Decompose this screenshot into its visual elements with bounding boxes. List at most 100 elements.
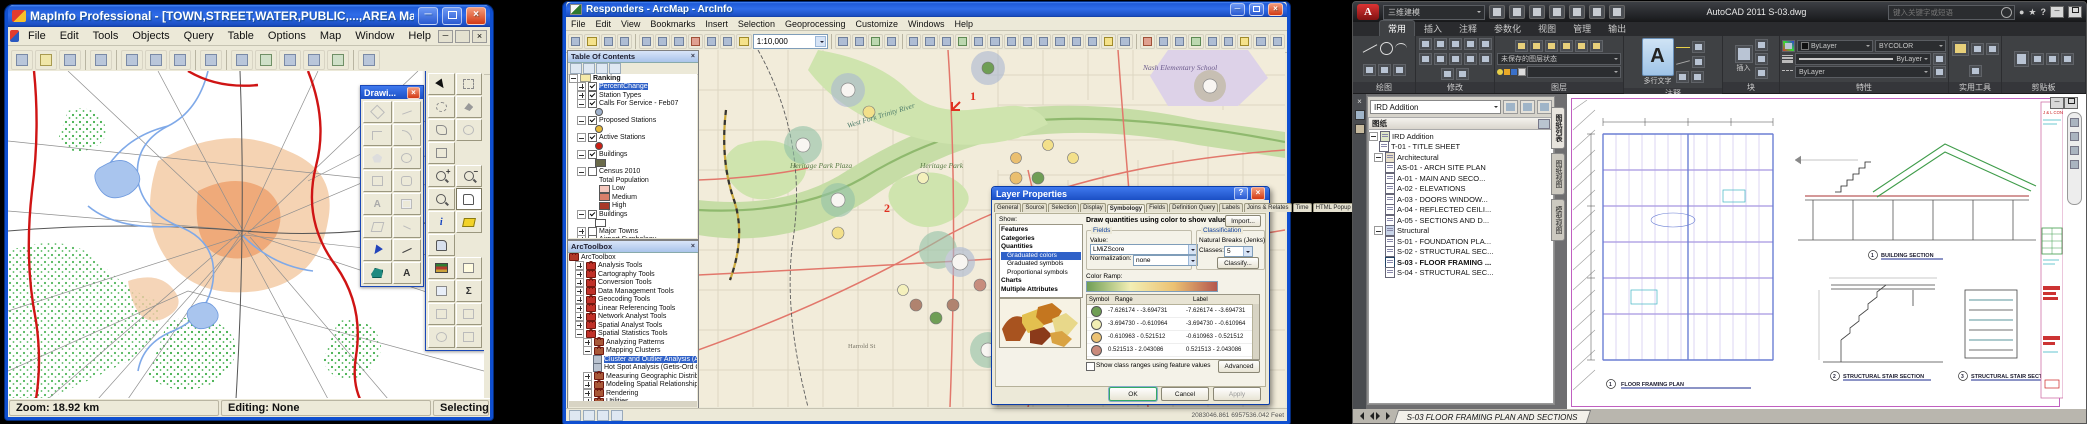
- html-popup-icon[interactable]: [1172, 34, 1187, 49]
- toc-layer[interactable]: Station Types: [599, 92, 641, 99]
- toolbox-tool-cluster-outlier[interactable]: Cluster and Outlier Analysis (Anselin Lo…: [604, 356, 697, 363]
- full-navigation-wheel-icon[interactable]: [2070, 118, 2079, 127]
- ellipse-tool-icon[interactable]: [393, 147, 422, 169]
- list-by-drawing-order-icon[interactable]: [570, 63, 582, 74]
- redo-icon[interactable]: [720, 34, 735, 49]
- erase-icon[interactable]: [1479, 53, 1492, 65]
- panel-clipboard-label[interactable]: 剪贴板: [2002, 82, 2085, 93]
- new-redistrict-icon[interactable]: [327, 50, 349, 70]
- linetype-combo[interactable]: ByLayer: [1795, 66, 1931, 78]
- toolbox-item[interactable]: Analyzing Patterns: [606, 339, 664, 346]
- close-icon[interactable]: ×: [691, 53, 695, 60]
- show-item-graduated-colors[interactable]: Graduated colors: [1001, 252, 1081, 261]
- move-icon[interactable]: [1419, 38, 1432, 50]
- layer-state-combo[interactable]: 未保存的图层状态: [1497, 53, 1621, 65]
- id-point-icon[interactable]: [1969, 65, 1982, 77]
- fillet-icon[interactable]: [1419, 53, 1432, 65]
- panel-utilities-label[interactable]: 实用工具: [1949, 82, 2001, 93]
- toc-dataframe[interactable]: Ranking: [593, 75, 621, 82]
- classify-button[interactable]: Classify...: [1217, 257, 1259, 269]
- polyline-tool-icon[interactable]: [363, 124, 392, 146]
- arc-tool-icon[interactable]: [1395, 43, 1407, 54]
- paste-icon[interactable]: [2014, 51, 2029, 67]
- add-node-tool-icon[interactable]: [393, 216, 422, 238]
- measure-icon[interactable]: [1952, 41, 1969, 56]
- layer-freeze-icon[interactable]: [1560, 40, 1573, 52]
- doc-minimize-icon[interactable]: ─: [438, 30, 453, 43]
- transparency-icon[interactable]: [1933, 53, 1946, 65]
- measure-icon[interactable]: [1140, 34, 1155, 49]
- doc-close-icon[interactable]: ×: [472, 30, 487, 43]
- new-doc-icon[interactable]: [568, 34, 583, 49]
- close-icon[interactable]: ×: [1251, 187, 1265, 200]
- new-table-icon[interactable]: [11, 50, 33, 70]
- statistics-icon[interactable]: Σ: [456, 280, 483, 302]
- show-item-categories[interactable]: Categories: [1001, 235, 1081, 244]
- cut-icon[interactable]: [639, 34, 654, 49]
- tab-insert[interactable]: 插入: [1416, 21, 1450, 36]
- boundary-select-icon[interactable]: [428, 119, 455, 141]
- sheet-item[interactable]: A-01 - MAIN AND SECO...: [1397, 174, 1485, 183]
- menu-edit[interactable]: Edit: [53, 30, 86, 42]
- open-icon[interactable]: [35, 50, 57, 70]
- array-icon[interactable]: [1464, 53, 1477, 65]
- close-icon[interactable]: ×: [407, 87, 420, 99]
- restore-icon[interactable]: [2068, 6, 2082, 18]
- advanced-button[interactable]: Advanced: [1218, 360, 1260, 373]
- sheetset-root[interactable]: IRD Addition: [1392, 132, 1434, 141]
- sheetset-options-icon[interactable]: [1537, 100, 1552, 114]
- change-view-icon[interactable]: [428, 188, 455, 210]
- mapinfo-doc-icon[interactable]: [10, 30, 19, 42]
- palette-tab-model-views[interactable]: 模型视图: [1551, 199, 1565, 241]
- tab-output[interactable]: 输出: [1600, 21, 1634, 36]
- sign-in-icon[interactable]: ●: [2019, 7, 2024, 17]
- select-tool-icon[interactable]: [428, 73, 455, 95]
- draw-rectangle-icon[interactable]: [597, 410, 609, 421]
- layout-tab-s03[interactable]: S-03 FLOOR FRAMING PLAN AND SECTIONS: [1394, 410, 1591, 423]
- label-tool-icon[interactable]: [456, 211, 483, 233]
- layer-lock-icon[interactable]: [1575, 40, 1588, 52]
- status-zoom[interactable]: Zoom: 18.92 km: [9, 400, 219, 416]
- tab-general[interactable]: General: [994, 203, 1021, 212]
- first-layout-icon[interactable]: [1356, 412, 1364, 420]
- col-label[interactable]: Label: [1193, 297, 1259, 303]
- undo-icon[interactable]: [200, 50, 222, 70]
- drawing-toolbar-titlebar[interactable]: Drawi... ×: [361, 86, 423, 99]
- qat-open-icon[interactable]: [1509, 5, 1525, 19]
- toc-layer[interactable]: Airport Symbology: [599, 236, 656, 238]
- minimize-icon[interactable]: ─: [1230, 3, 1245, 16]
- toolbox-item[interactable]: Linear Referencing Tools: [598, 305, 675, 312]
- toolbox-item[interactable]: Spatial Analyst Tools: [598, 322, 662, 329]
- frame-tool-icon[interactable]: [393, 193, 422, 215]
- value-combo[interactable]: LMiZScore: [1090, 244, 1198, 255]
- application-menu-button[interactable]: A: [1357, 4, 1379, 20]
- paste-icon[interactable]: [671, 34, 686, 49]
- tab-parametric[interactable]: 参数化: [1486, 21, 1529, 36]
- qat-redo-icon[interactable]: [1589, 5, 1605, 19]
- symbol-tool-icon[interactable]: [363, 101, 392, 123]
- zoom-out-icon[interactable]: [922, 34, 937, 49]
- toolbox-item[interactable]: Conversion Tools: [598, 279, 652, 286]
- sheetset-tree[interactable]: IRD Addition T-01 - TITLE SHEET Architec…: [1368, 130, 1554, 404]
- sheets-section-header[interactable]: 图纸: [1368, 117, 1554, 130]
- offset-icon[interactable]: [1456, 68, 1469, 80]
- toolbox-item[interactable]: Data Management Tools: [598, 288, 674, 295]
- time-slider-icon[interactable]: [1188, 34, 1203, 49]
- full-extent-icon[interactable]: [955, 34, 970, 49]
- drawing-canvas[interactable]: 1 BUILDING SECTION 2 STRUCTURAL STAIR SE…: [1567, 94, 2086, 409]
- palette-autohide-icon[interactable]: [1355, 110, 1365, 120]
- sheet-item[interactable]: T-01 - TITLE SHEET: [1391, 142, 1460, 151]
- toc-layer[interactable]: Calls For Service - Feb07: [599, 100, 678, 107]
- class-table[interactable]: Symbol Range Label -7.626174 - -3.694731…: [1086, 294, 1260, 360]
- clip-region-off-icon[interactable]: [456, 326, 483, 348]
- toc-layer[interactable]: Proposed Stations: [599, 117, 656, 124]
- sheet-item[interactable]: A-02 - ELEVATIONS: [1397, 184, 1466, 193]
- radius-select-icon[interactable]: [428, 96, 455, 118]
- menu-query[interactable]: Query: [177, 30, 221, 42]
- rectangle-tool-icon[interactable]: [363, 170, 392, 192]
- autocad-titlebar[interactable]: A 三维建模 AutoCAD 2011 S-03.dwg ● ★ ? ─: [1353, 2, 2086, 22]
- layer-off-icon[interactable]: [1530, 40, 1543, 52]
- pan-icon[interactable]: [2070, 132, 2079, 141]
- zoom-out-icon[interactable]: −: [456, 165, 483, 187]
- copy-clip-icon[interactable]: [2031, 53, 2044, 65]
